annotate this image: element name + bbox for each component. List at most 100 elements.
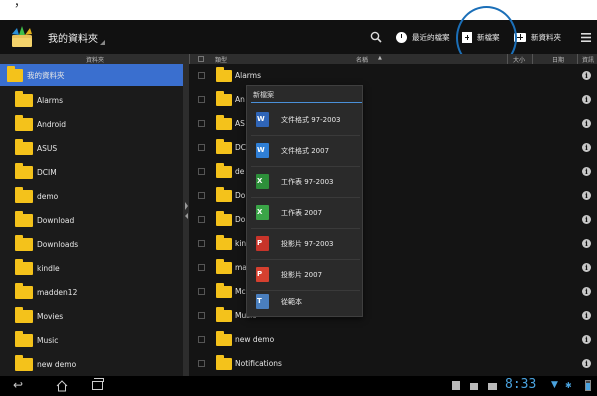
tree-item[interactable]: new demo [0, 352, 183, 376]
info-icon[interactable]: i [582, 167, 591, 176]
menu-item-label: 工作表 97-2003 [281, 177, 334, 186]
folder-icon [15, 90, 33, 107]
info-icon[interactable]: i [582, 359, 591, 368]
name-column-header[interactable]: 名稱 [356, 55, 368, 64]
menu-item-excel-97[interactable]: X 工作表 97-2003 [247, 166, 362, 197]
powerpoint-2007-icon: P [256, 267, 269, 282]
app-logo-icon[interactable] [10, 26, 34, 48]
new-folder-button[interactable]: 新資料夾 [514, 20, 561, 54]
menu-item-powerpoint-97[interactable]: P 投影片 97-2003 [247, 228, 362, 259]
menu-item-label: 投影片 2007 [281, 270, 323, 279]
info-icon[interactable]: i [582, 95, 591, 104]
folder-icon [15, 258, 33, 275]
row-checkbox[interactable] [198, 312, 205, 319]
file-name: An [235, 95, 245, 104]
new-file-popup-menu: 新檔案 W 文件格式 97-2003 W 文件格式 2007 X 工作表 97-… [246, 85, 363, 317]
expand-right-icon[interactable] [185, 202, 188, 210]
date-column-header[interactable]: 日期 [552, 55, 564, 64]
menu-item-label: 文件格式 97-2003 [281, 115, 341, 124]
tree-item[interactable]: kindle [0, 256, 183, 280]
row-checkbox[interactable] [198, 264, 205, 271]
row-checkbox[interactable] [198, 192, 205, 199]
tree-item[interactable]: DCIM [0, 160, 183, 184]
info-icon[interactable]: i [582, 239, 591, 248]
tree-item[interactable]: Android [0, 112, 183, 136]
title-dropdown-caret-icon [100, 40, 105, 45]
info-icon[interactable]: i [582, 311, 591, 320]
menu-item-template[interactable]: T 從範本 [247, 286, 362, 317]
excel-97-icon: X [256, 174, 269, 189]
file-name: Do [235, 215, 246, 224]
info-icon[interactable]: i [582, 119, 591, 128]
tree-item[interactable]: Download [0, 208, 183, 232]
file-name: new demo [235, 335, 275, 344]
info-icon[interactable]: i [582, 335, 591, 344]
file-name: Notifications [235, 359, 282, 368]
file-name: AS [235, 119, 245, 128]
menu-item-word-2007[interactable]: W 文件格式 2007 [247, 135, 362, 166]
tree-item-label: Download [37, 215, 75, 225]
menu-item-word-97[interactable]: W 文件格式 97-2003 [247, 104, 362, 135]
column-header-row: 資料夾 類型 名稱 ▲ 大小 日期 資訊 [0, 54, 597, 64]
info-icon[interactable]: i [582, 215, 591, 224]
row-checkbox[interactable] [198, 144, 205, 151]
column-divider [577, 54, 578, 64]
column-divider [532, 54, 533, 64]
folder-icon [216, 115, 232, 130]
size-column-header[interactable]: 大小 [513, 55, 525, 64]
row-checkbox[interactable] [198, 336, 205, 343]
recent-files-button[interactable]: 最近的檔案 [396, 20, 450, 54]
recent-apps-icon[interactable] [92, 378, 104, 390]
row-checkbox[interactable] [198, 120, 205, 127]
download-icon [470, 383, 478, 390]
info-icon[interactable]: i [582, 287, 591, 296]
tree-item[interactable]: Music [0, 328, 183, 352]
tree-root-my-folder[interactable]: 我的資料夾 [0, 64, 183, 86]
menu-item-label: 投影片 97-2003 [281, 239, 334, 248]
collapse-left-icon[interactable] [185, 213, 188, 219]
powerpoint-97-icon: P [256, 236, 269, 251]
tree-item[interactable]: Movies [0, 304, 183, 328]
file-name: DC [235, 143, 247, 152]
file-row[interactable]: Notifications i [189, 352, 597, 376]
file-row[interactable]: new demo i [189, 328, 597, 352]
row-checkbox[interactable] [198, 96, 205, 103]
folder-icon [15, 210, 33, 227]
info-icon[interactable]: i [582, 71, 591, 80]
info-icon[interactable]: i [582, 143, 591, 152]
tree-item[interactable]: demo [0, 184, 183, 208]
menu-item-excel-2007[interactable]: X 工作表 2007 [247, 197, 362, 228]
overflow-menu-button[interactable] [578, 20, 594, 54]
info-column-header[interactable]: 資訊 [582, 55, 594, 64]
tree-item-label: Android [37, 119, 66, 129]
back-icon[interactable]: ↩ [13, 378, 23, 392]
folder-icon [216, 235, 232, 250]
tree-item[interactable]: ASUS [0, 136, 183, 160]
type-column-header[interactable]: 類型 [215, 55, 227, 64]
tree-item[interactable]: Downloads [0, 232, 183, 256]
folder-icon [15, 186, 33, 203]
column-divider [507, 54, 508, 64]
select-all-checkbox[interactable] [198, 56, 204, 62]
row-checkbox[interactable] [198, 240, 205, 247]
app-title[interactable]: 我的資料夾 [48, 30, 98, 45]
folder-icon [15, 114, 33, 131]
clock-icon [396, 31, 407, 43]
new-folder-label: 新資料夾 [531, 32, 561, 42]
info-icon[interactable]: i [582, 191, 591, 200]
sd-card-icon [452, 381, 460, 390]
home-icon[interactable] [56, 380, 68, 392]
row-checkbox[interactable] [198, 72, 205, 79]
row-checkbox[interactable] [198, 216, 205, 223]
search-button[interactable] [366, 20, 386, 54]
row-checkbox[interactable] [198, 360, 205, 367]
tree-item[interactable]: Alarms [0, 88, 183, 112]
row-checkbox[interactable] [198, 168, 205, 175]
folder-icon [15, 282, 33, 299]
tree-item[interactable]: madden12 [0, 280, 183, 304]
row-checkbox[interactable] [198, 288, 205, 295]
word-2007-icon: W [256, 143, 269, 158]
tree-item-label: Downloads [37, 239, 79, 249]
info-icon[interactable]: i [582, 263, 591, 272]
tree-item-label: Movies [37, 311, 64, 321]
